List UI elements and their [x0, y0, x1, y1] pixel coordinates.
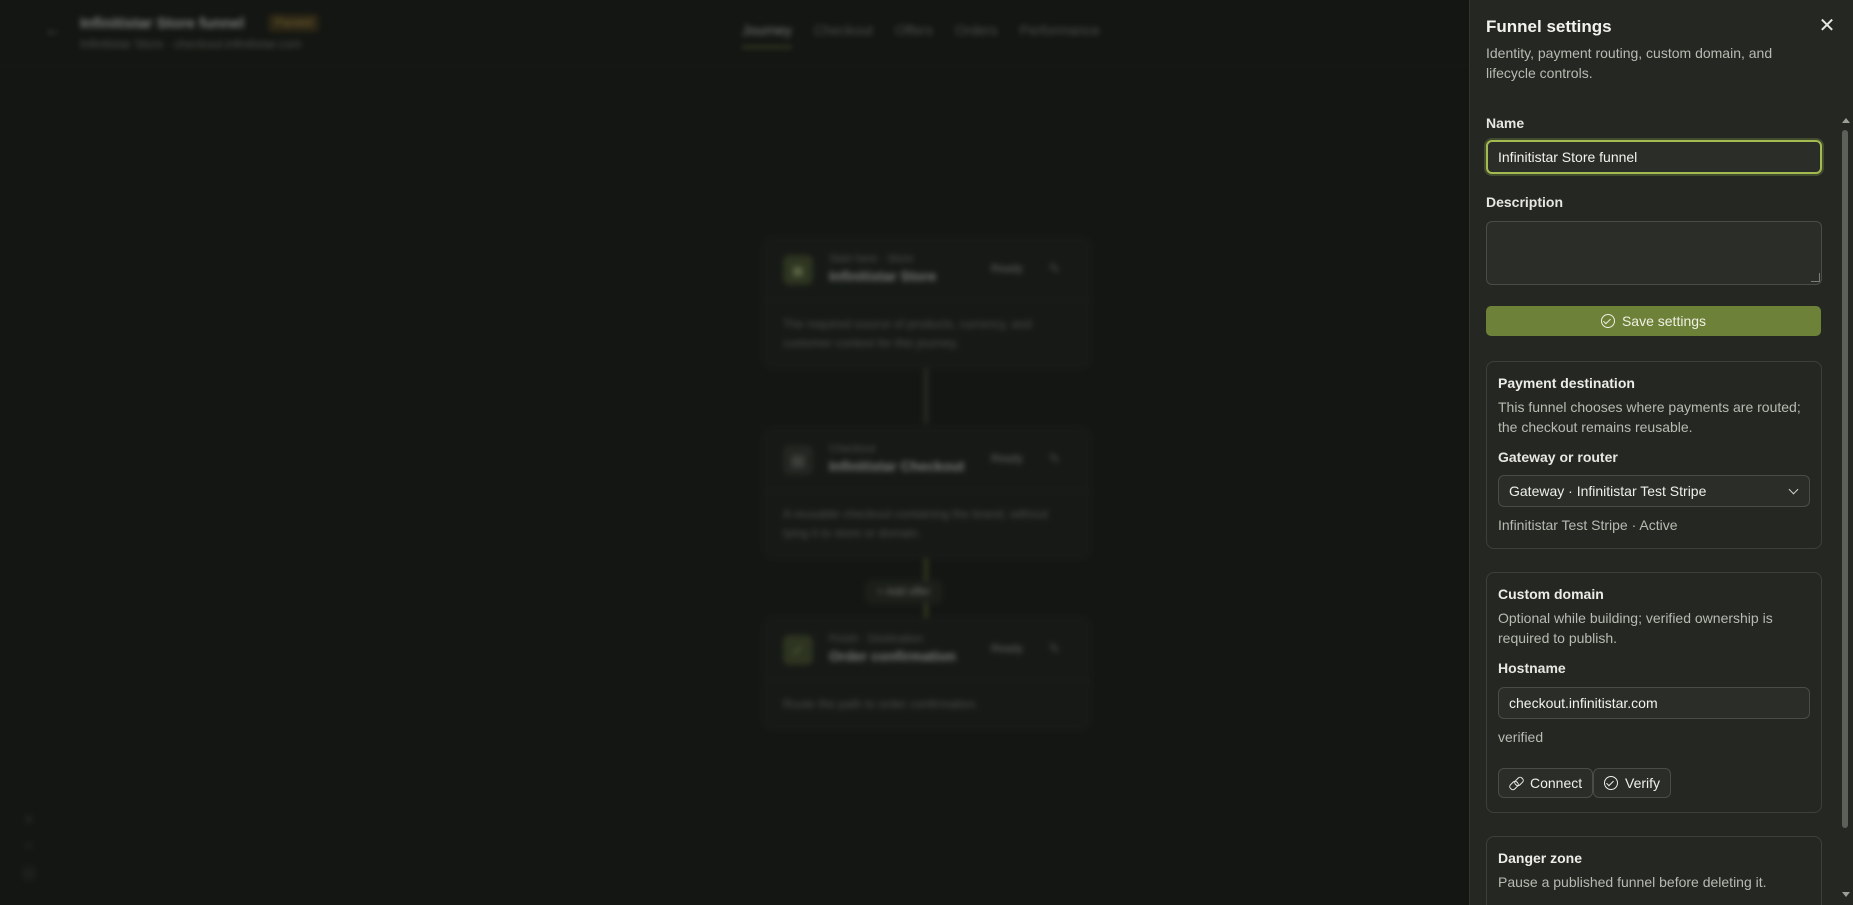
hostname-label: Hostname [1498, 660, 1566, 676]
name-input[interactable] [1486, 140, 1822, 174]
description-label: Description [1486, 194, 1564, 210]
custom-domain-section: Custom domain Optional while building; v… [1486, 572, 1822, 813]
save-settings-button[interactable]: Save settings [1486, 306, 1821, 336]
hostname-input[interactable] [1498, 687, 1810, 719]
scrollbar-thumb[interactable] [1842, 130, 1848, 828]
description-textarea[interactable] [1486, 221, 1822, 285]
panel-title: Funnel settings [1486, 17, 1612, 36]
close-icon[interactable]: ✕ [1815, 14, 1839, 38]
scroll-down-arrow-icon[interactable] [1842, 892, 1850, 897]
panel-description: Identity, payment routing, custom domain… [1486, 45, 1773, 81]
scroll-up-arrow-icon[interactable] [1842, 118, 1850, 123]
verify-button[interactable]: Verify [1593, 768, 1672, 798]
check-circle-icon [1604, 776, 1618, 790]
resize-handle-icon[interactable] [1811, 273, 1820, 282]
check-circle-icon [1600, 314, 1615, 328]
chevron-down-icon [1788, 484, 1799, 495]
link-icon [1509, 776, 1523, 790]
section-text: This funnel chooses where payments are r… [1498, 399, 1801, 435]
gateway-label: Gateway or router [1498, 449, 1618, 465]
payment-destination-section: Payment destination This funnel chooses … [1486, 361, 1822, 549]
gateway-status: Infinitistar Test Stripe · Active [1498, 517, 1678, 533]
danger-zone-section: Danger zone Pause a published funnel bef… [1486, 836, 1822, 905]
section-title: Custom domain [1498, 586, 1604, 602]
section-text: Optional while building; verified owners… [1498, 610, 1773, 646]
name-label: Name [1486, 115, 1525, 131]
section-title: Danger zone [1498, 850, 1583, 866]
connect-label: Connect [1530, 775, 1583, 791]
section-title: Payment destination [1498, 375, 1635, 391]
save-settings-label: Save settings [1621, 313, 1707, 329]
section-text: Pause a published funnel before deleting… [1498, 874, 1767, 890]
gateway-select[interactable]: Gateway · Infinitistar Test Stripe [1498, 475, 1810, 507]
connect-button[interactable]: Connect [1498, 768, 1594, 798]
domain-status: verified [1498, 729, 1544, 745]
verify-label: Verify [1625, 775, 1661, 791]
gateway-selected-value: Gateway · Infinitistar Test Stripe [1509, 483, 1707, 499]
